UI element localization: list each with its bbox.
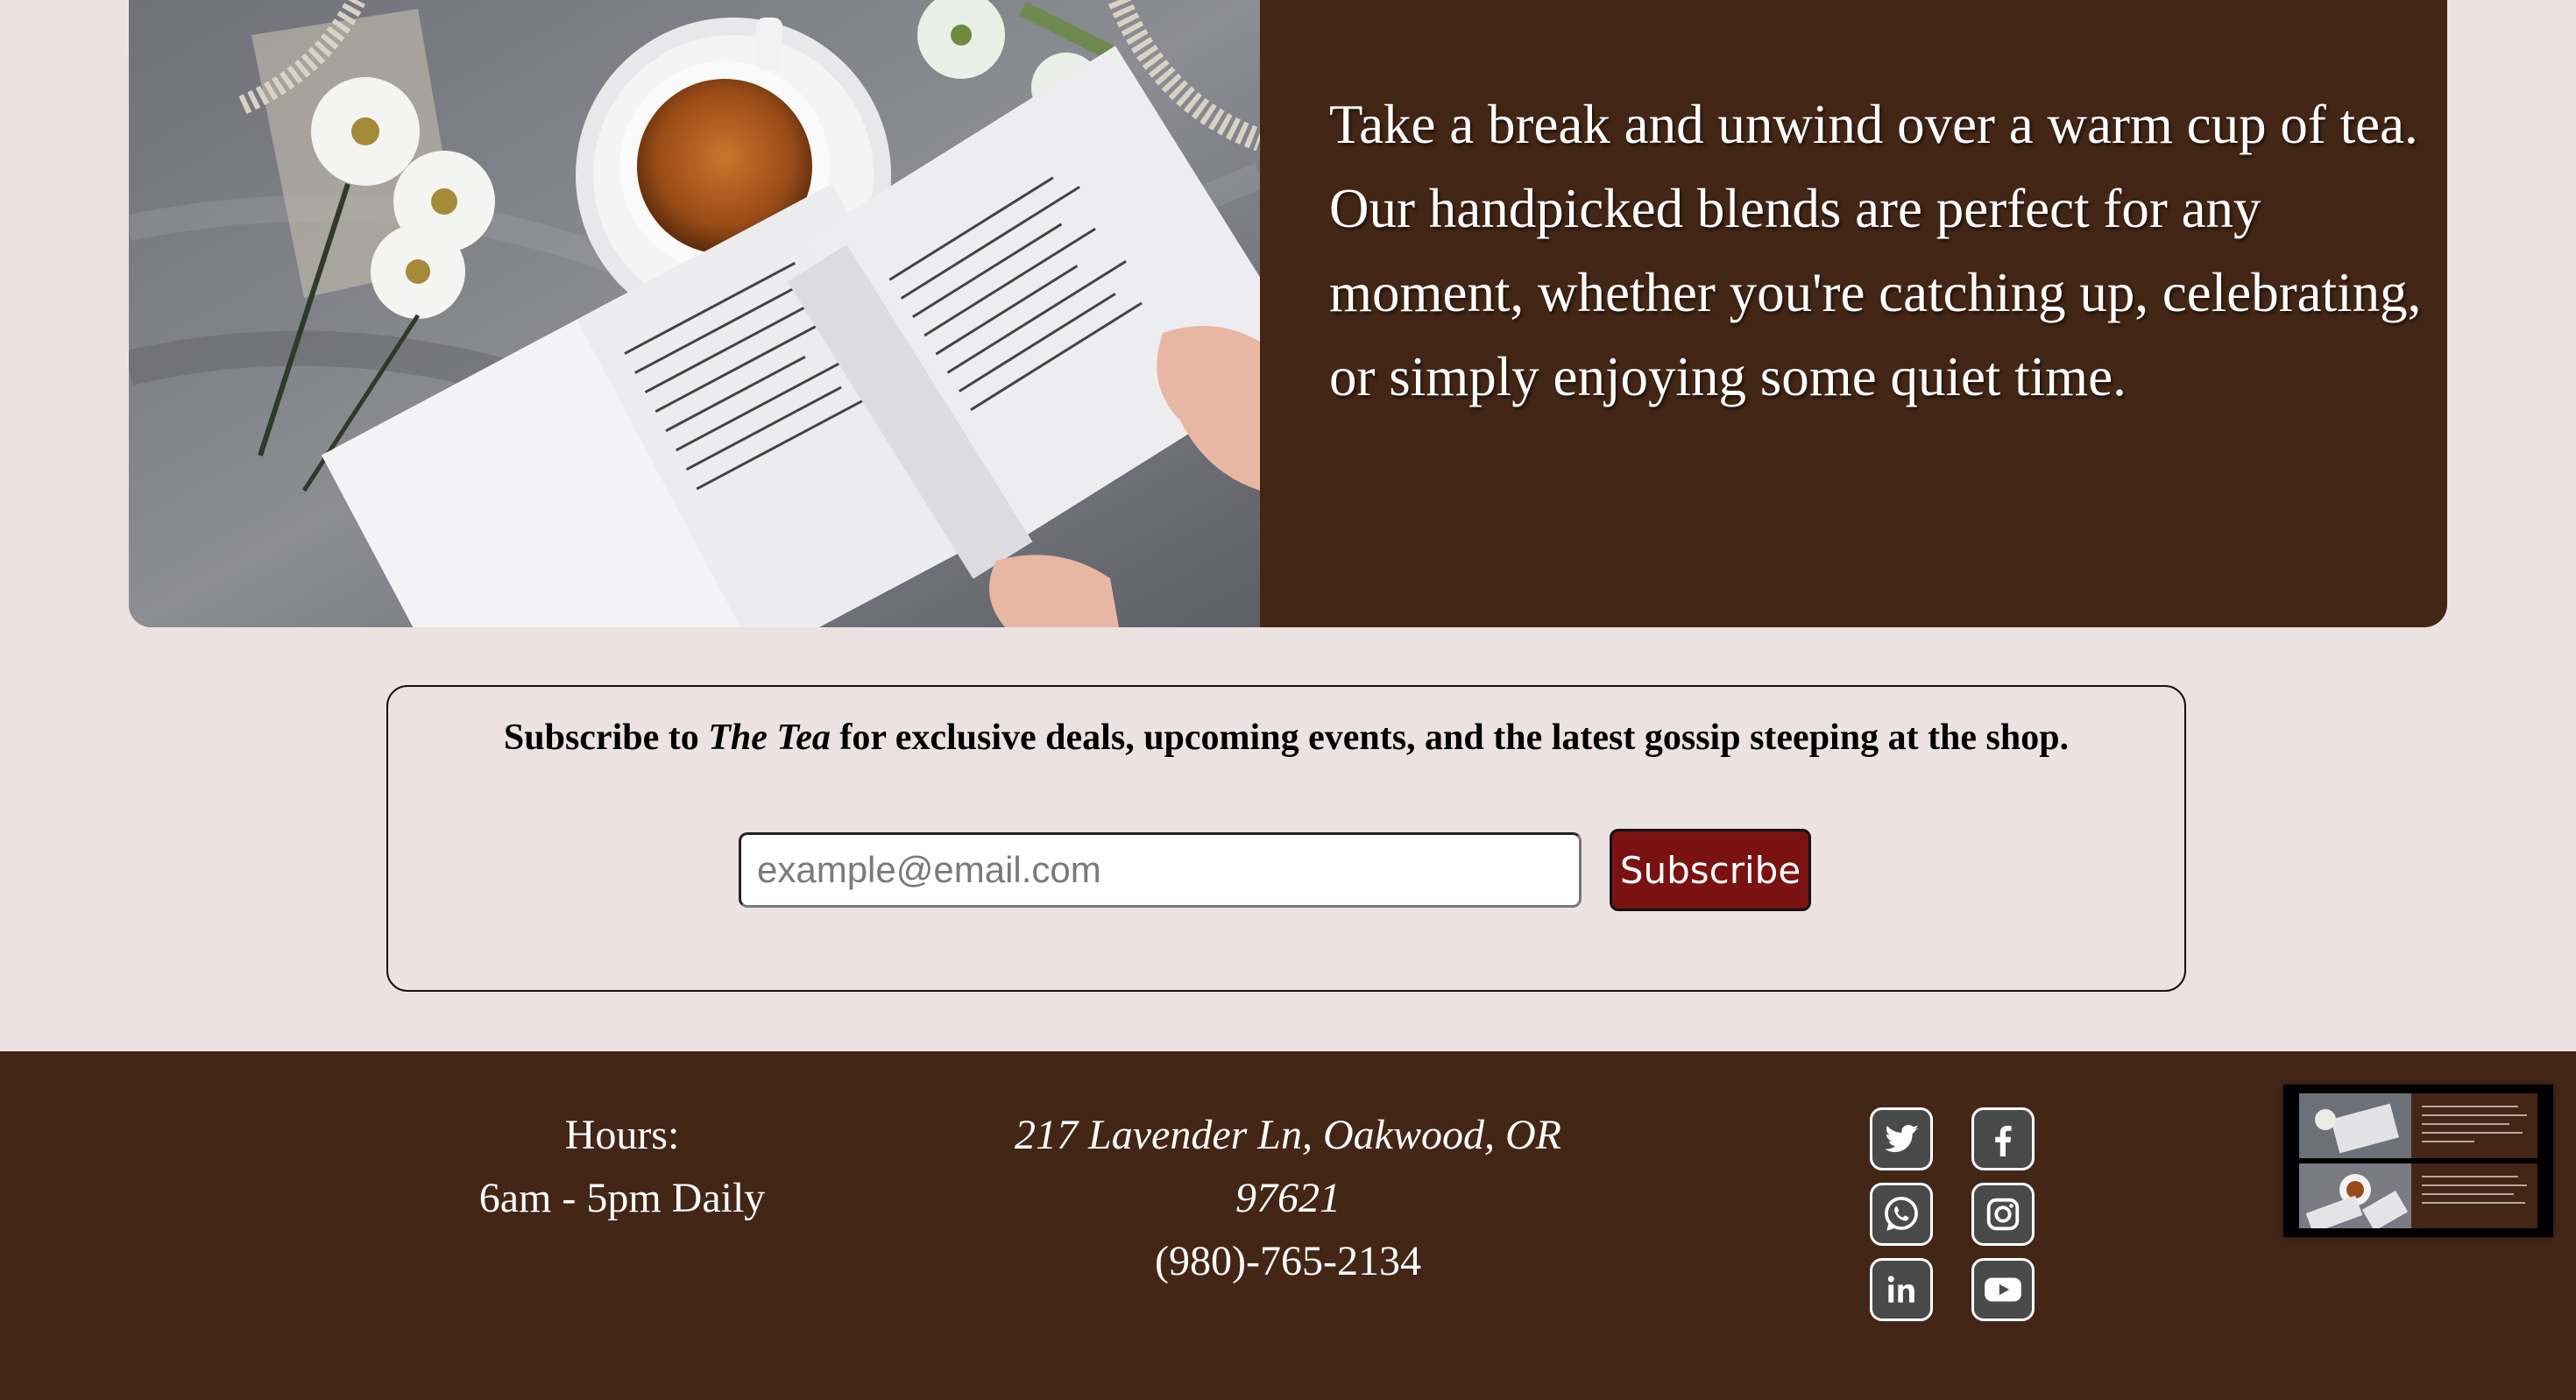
hours-value: 6am - 5pm Daily: [478, 1175, 766, 1221]
youtube-link[interactable]: [1971, 1258, 2035, 1321]
tea-and-books-photo: [129, 0, 1260, 627]
page: Take a break and unwind over a warm cup …: [0, 0, 2576, 1400]
twitter-link[interactable]: [1870, 1107, 1933, 1170]
address-line-2: 97621: [1235, 1175, 1341, 1221]
newsletter-name: The Tea: [708, 718, 831, 758]
instagram-icon: [1983, 1194, 2023, 1234]
feature-paragraph: Take a break and unwind over a warm cup …: [1329, 94, 2422, 407]
phone-number: (980)-765-2134: [1155, 1238, 1421, 1284]
feature-card: Take a break and unwind over a warm cup …: [129, 0, 2447, 627]
contact-info: 217 Lavender Ln, Oakwood, OR 97621 (980)…: [955, 1104, 1621, 1293]
thumbnail-photo-icon: [2299, 1093, 2411, 1158]
linkedin-icon: [1882, 1270, 1921, 1309]
subscribe-text-after: for exclusive deals, upcoming events, an…: [830, 718, 2070, 758]
address-line-1: 217 Lavender Ln, Oakwood, OR: [1015, 1112, 1561, 1158]
window-thumbnail-preview[interactable]: [2283, 1085, 2553, 1237]
facebook-link[interactable]: [1971, 1107, 2035, 1170]
twitter-icon: [1880, 1118, 1922, 1160]
whatsapp-icon: [1879, 1192, 1923, 1236]
email-input[interactable]: [739, 832, 1582, 908]
subscribe-text-before: Subscribe to: [503, 718, 709, 758]
subscribe-button[interactable]: Subscribe: [1610, 829, 1811, 911]
whatsapp-link[interactable]: [1870, 1183, 1933, 1246]
footer: Hours: 6am - 5pm Daily 217 Lavender Ln, …: [0, 1051, 2576, 1400]
youtube-icon: [1981, 1268, 2025, 1312]
linkedin-link[interactable]: [1870, 1258, 1933, 1321]
facebook-icon: [1982, 1118, 2024, 1160]
thumbnail-photo-icon: [2299, 1163, 2411, 1228]
opening-hours: Hours: 6am - 5pm Daily: [412, 1104, 832, 1230]
instagram-link[interactable]: [1971, 1183, 2035, 1246]
thumbnail-row-top: [2299, 1093, 2537, 1158]
thumbnail-row-bottom: [2299, 1163, 2537, 1228]
newsletter-subscribe-box: Subscribe to The Tea for exclusive deals…: [386, 685, 2186, 992]
hours-label: Hours:: [564, 1112, 680, 1158]
subscribe-description: Subscribe to The Tea for exclusive deals…: [388, 717, 2184, 759]
